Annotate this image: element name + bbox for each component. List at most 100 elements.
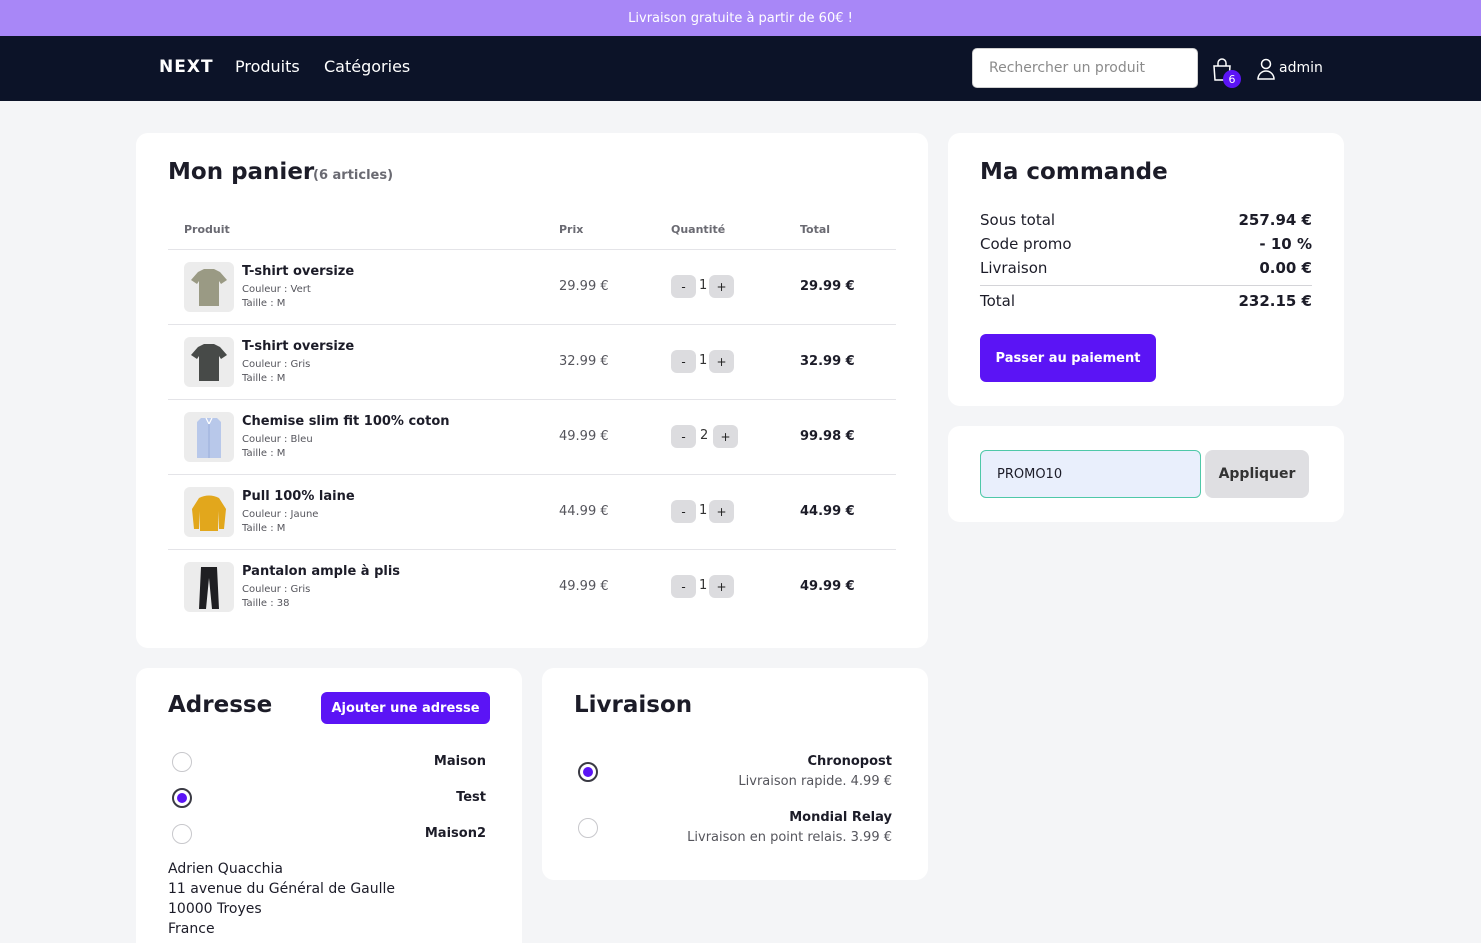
shipping-title: Livraison [574, 692, 693, 718]
product-total: 44.99 € [800, 504, 855, 519]
address-line-city: 10000 Troyes [168, 901, 262, 917]
cart-card: Mon panier (6 articles) Produit Prix Qua… [136, 133, 928, 648]
product-total: 32.99 € [800, 354, 855, 369]
shipping-option-description: Livraison rapide. 4.99 € [738, 774, 892, 789]
cart-row: Pantalon ample à plis Couleur : Gris Tai… [168, 549, 896, 624]
search-input[interactable] [972, 48, 1198, 88]
product-name[interactable]: T-shirt oversize [242, 264, 354, 279]
product-size: Taille : M [242, 523, 286, 534]
product-total: 49.99 € [800, 579, 855, 594]
product-name[interactable]: Pantalon ample à plis [242, 564, 400, 579]
cart-title: Mon panier [168, 159, 315, 185]
product-size: Taille : M [242, 298, 286, 309]
product-image-shirt-blue[interactable] [184, 412, 234, 462]
address-line-street: 11 avenue du Général de Gaulle [168, 881, 396, 897]
cart-row: Pull 100% laine Couleur : Jaune Taille :… [168, 474, 896, 549]
column-header-total: Total [800, 223, 831, 236]
quantity-value: 2 [700, 428, 709, 443]
product-size: Taille : 38 [242, 598, 290, 609]
product-color: Couleur : Gris [242, 584, 311, 595]
apply-promo-button[interactable]: Appliquer [1205, 450, 1309, 498]
promo-code-value: - 10 % [1259, 235, 1312, 253]
logo[interactable]: NEXT [159, 57, 214, 77]
product-color: Couleur : Vert [242, 284, 311, 295]
address-line-name: Adrien Quacchia [168, 861, 284, 877]
product-image-tshirt-green[interactable] [184, 262, 234, 312]
shipping-label: Livraison [980, 259, 1048, 277]
quantity-decrease-button[interactable]: - [671, 425, 696, 448]
quantity-decrease-button[interactable]: - [671, 500, 696, 523]
subtotal-value: 257.94 € [1238, 211, 1312, 229]
shipping-value: 0.00 € [1259, 259, 1312, 277]
add-address-button[interactable]: Ajouter une adresse [321, 692, 490, 724]
quantity-decrease-button[interactable]: - [671, 350, 696, 373]
promo-card: Appliquer [948, 426, 1344, 522]
shipping-option-name[interactable]: Chronopost [807, 754, 892, 769]
promo-code-input[interactable] [980, 450, 1201, 498]
product-price: 49.99 € [559, 579, 609, 594]
column-header-product: Produit [184, 223, 230, 236]
shipping-radio-mondial-relay[interactable] [578, 818, 598, 838]
cart-row: T-shirt oversize Couleur : Vert Taille :… [168, 249, 896, 324]
address-option-label[interactable]: Maison2 [425, 826, 486, 841]
product-name[interactable]: T-shirt oversize [242, 339, 354, 354]
product-size: Taille : M [242, 448, 286, 459]
quantity-value: 1 [699, 278, 708, 293]
quantity-value: 1 [699, 503, 708, 518]
total-label: Total [980, 292, 1016, 310]
navbar: NEXT Produits Catégories 6 admin [0, 36, 1481, 101]
total-value: 232.15 € [1238, 292, 1312, 310]
shipping-radio-chronopost[interactable] [578, 762, 598, 782]
quantity-decrease-button[interactable]: - [671, 275, 696, 298]
address-line-country: France [168, 921, 215, 937]
address-title: Adresse [168, 692, 273, 718]
order-title: Ma commande [980, 159, 1168, 185]
address-option-label[interactable]: Test [456, 790, 486, 805]
product-price: 29.99 € [559, 279, 609, 294]
column-header-quantity: Quantité [671, 223, 726, 236]
address-card: Adresse Ajouter une adresse Maison Test … [136, 668, 522, 943]
user-name[interactable]: admin [1279, 60, 1323, 76]
shipping-option-description: Livraison en point relais. 3.99 € [687, 830, 892, 845]
promo-banner: Livraison gratuite à partir de 60€ ! [0, 0, 1481, 36]
order-summary-card: Ma commande Sous total 257.94 € Code pro… [948, 133, 1344, 406]
shipping-card: Livraison Chronopost Livraison rapide. 4… [542, 668, 928, 880]
address-radio-test[interactable] [172, 788, 192, 808]
address-option-label[interactable]: Maison [434, 754, 486, 769]
product-total: 99.98 € [800, 429, 855, 444]
product-image-pants-black[interactable] [184, 562, 234, 612]
quantity-decrease-button[interactable]: - [671, 575, 696, 598]
quantity-increase-button[interactable]: + [709, 350, 734, 373]
product-price: 32.99 € [559, 354, 609, 369]
quantity-increase-button[interactable]: + [709, 500, 734, 523]
address-radio-maison[interactable] [172, 752, 192, 772]
product-name[interactable]: Chemise slim fit 100% coton [242, 414, 450, 429]
product-color: Couleur : Gris [242, 359, 311, 370]
subtotal-label: Sous total [980, 211, 1056, 229]
quantity-increase-button[interactable]: + [713, 425, 738, 448]
nav-link-produits[interactable]: Produits [235, 57, 300, 76]
summary-divider [980, 285, 1312, 286]
quantity-value: 1 [699, 353, 708, 368]
product-image-sweater-yellow[interactable] [184, 487, 234, 537]
product-color: Couleur : Bleu [242, 434, 313, 445]
promo-code-label: Code promo [980, 235, 1072, 253]
product-price: 49.99 € [559, 429, 609, 444]
address-radio-maison2[interactable] [172, 824, 192, 844]
quantity-increase-button[interactable]: + [709, 575, 734, 598]
shipping-option-name[interactable]: Mondial Relay [789, 810, 892, 825]
cart-row: Chemise slim fit 100% coton Couleur : Bl… [168, 399, 896, 474]
product-color: Couleur : Jaune [242, 509, 319, 520]
product-price: 44.99 € [559, 504, 609, 519]
checkout-button[interactable]: Passer au paiement [980, 334, 1156, 382]
cart-article-count: (6 articles) [313, 168, 394, 183]
column-header-price: Prix [559, 223, 584, 236]
product-name[interactable]: Pull 100% laine [242, 489, 355, 504]
quantity-value: 1 [699, 578, 708, 593]
cart-count-badge: 6 [1223, 70, 1241, 88]
product-image-tshirt-grey[interactable] [184, 337, 234, 387]
user-icon[interactable] [1257, 58, 1275, 80]
nav-link-categories[interactable]: Catégories [324, 57, 410, 76]
quantity-increase-button[interactable]: + [709, 275, 734, 298]
cart-row: T-shirt oversize Couleur : Gris Taille :… [168, 324, 896, 399]
